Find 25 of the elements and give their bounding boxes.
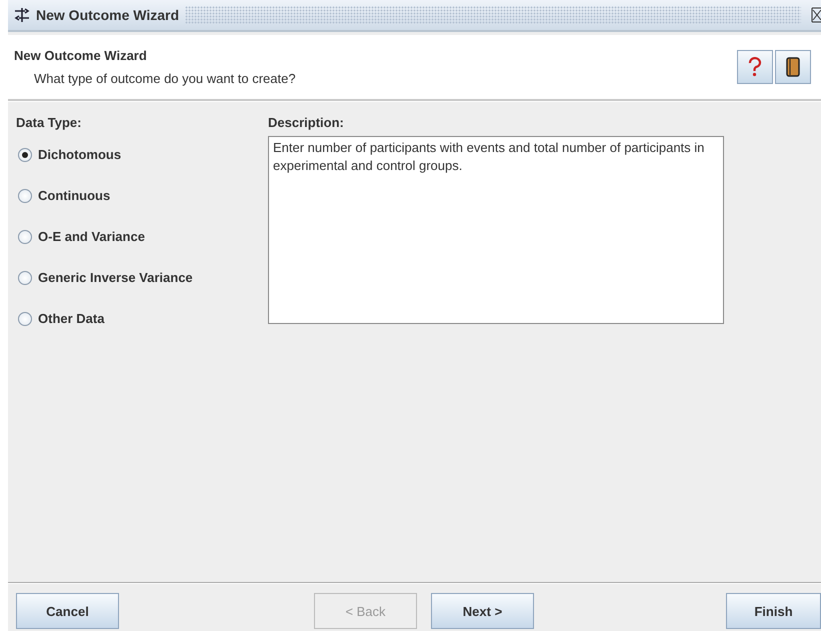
book-icon <box>786 57 800 77</box>
radio-button[interactable] <box>18 188 32 202</box>
help-button[interactable] <box>737 50 773 84</box>
wizard-button[interactable]: Finish <box>726 593 821 629</box>
option-label[interactable]: Other Data <box>38 311 104 326</box>
radio-button[interactable] <box>18 270 32 284</box>
window-title: New Outcome Wizard <box>36 7 180 23</box>
radio-button[interactable] <box>18 148 32 162</box>
option-label[interactable]: Generic Inverse Variance <box>38 270 193 285</box>
question-mark-icon <box>747 57 763 77</box>
option-label[interactable]: Dichotomous <box>38 147 122 162</box>
option-label[interactable]: O-E and Variance <box>38 229 145 244</box>
header-subtitle: What type of outcome do you want to create? <box>33 71 297 86</box>
data-type-label: Data Type: <box>16 114 82 132</box>
option-label[interactable]: Continuous <box>38 188 110 203</box>
arrows-icon <box>14 7 30 23</box>
wizard-button[interactable]: Next > <box>431 593 534 629</box>
radio-button[interactable] <box>18 312 32 326</box>
description-text-area: Enter number of participants with events and total number of participants in experimental and control groups. <box>268 136 724 324</box>
header-title: New Outcome Wizard <box>14 48 148 63</box>
radio-button[interactable] <box>18 230 32 244</box>
book-button[interactable] <box>775 50 811 84</box>
wizard-button[interactable]: Cancel <box>16 593 119 629</box>
description-label: Description: <box>268 114 345 132</box>
close-icon[interactable] <box>811 7 821 23</box>
